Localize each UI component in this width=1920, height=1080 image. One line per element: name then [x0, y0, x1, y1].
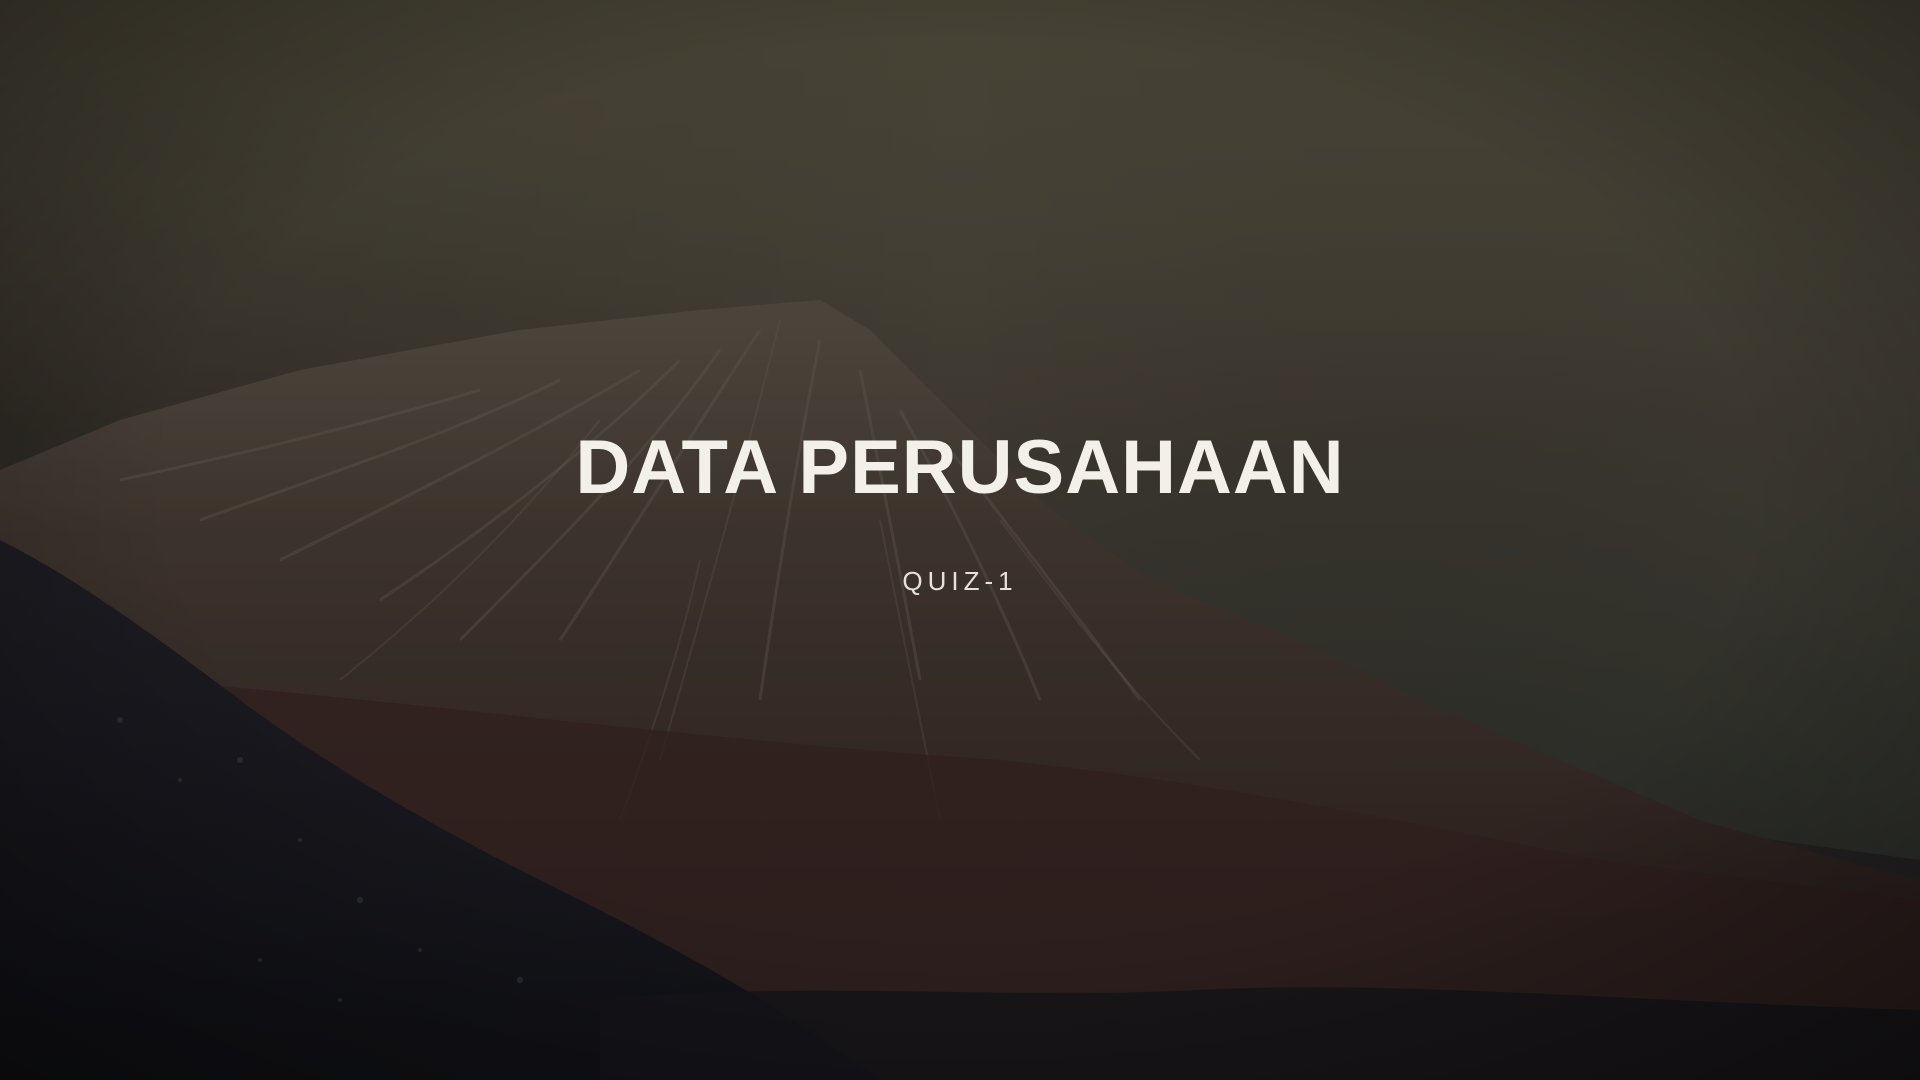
- slide-subtitle: QUIZ-1: [902, 566, 1018, 596]
- slide-title: DATA PERUSAHAAN: [575, 425, 1345, 510]
- title-block: DATA PERUSAHAAN QUIZ-1: [0, 425, 1920, 596]
- title-slide: DATA PERUSAHAAN QUIZ-1: [0, 0, 1920, 1080]
